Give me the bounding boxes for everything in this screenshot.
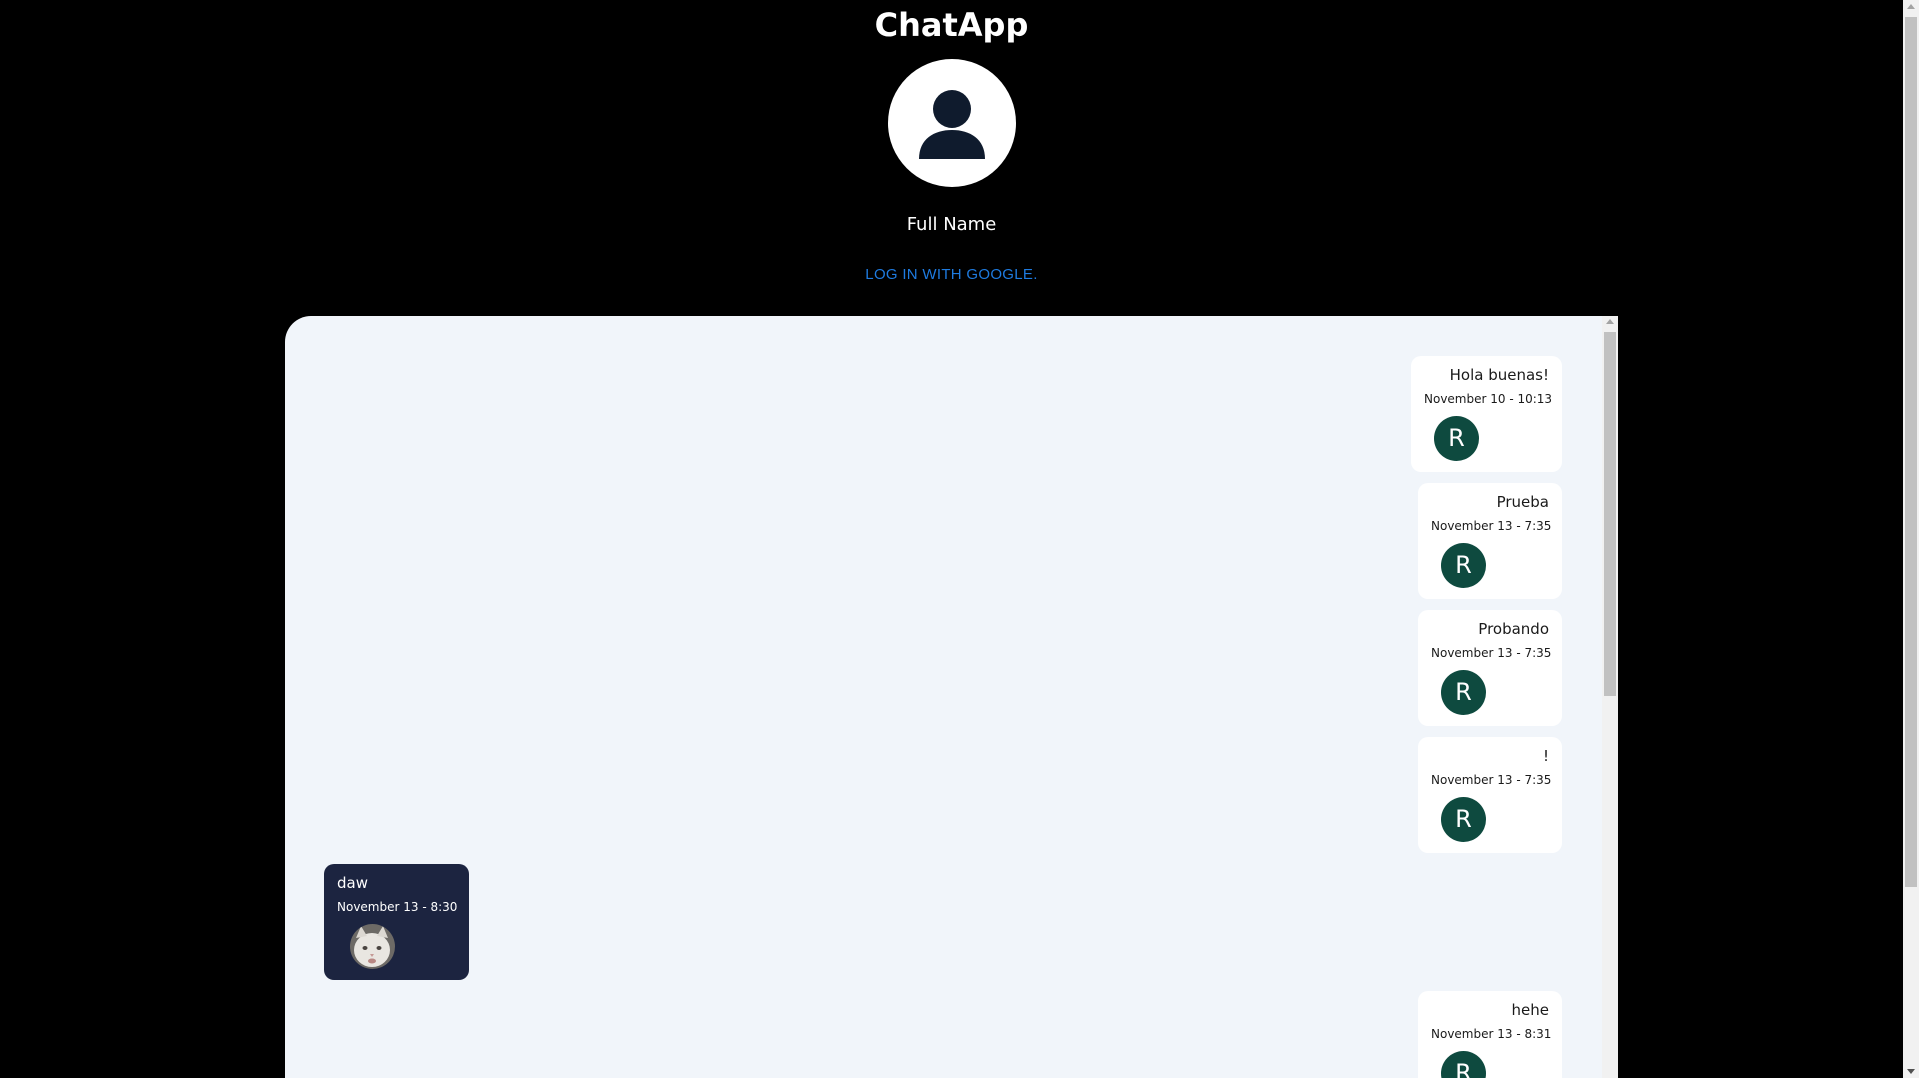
user-silhouette-icon bbox=[919, 90, 985, 159]
message-text: ! bbox=[1542, 747, 1549, 765]
message-timestamp: November 13 - 8:30 bbox=[337, 900, 458, 914]
message-timestamp: November 13 - 7:35 bbox=[1431, 646, 1552, 660]
message-timestamp: November 13 - 7:35 bbox=[1431, 773, 1552, 787]
sender-avatar: R bbox=[1441, 797, 1486, 842]
app-title: ChatApp bbox=[874, 6, 1029, 44]
chat-panel[interactable]: Hola buenas! November 10 - 10:13 R Prueb… bbox=[285, 316, 1618, 1078]
scroll-up-arrow-icon[interactable] bbox=[1907, 4, 1915, 9]
chat-scrollbar[interactable] bbox=[1602, 316, 1618, 1078]
chat-scrollbar-thumb[interactable] bbox=[1604, 332, 1616, 696]
message-text: hehe bbox=[1511, 1001, 1549, 1019]
sender-avatar: R bbox=[1434, 416, 1479, 461]
cat-photo-avatar bbox=[350, 924, 395, 969]
window-scrollbar[interactable] bbox=[1903, 0, 1919, 1078]
message-bubble: hehe November 13 - 8:31 R bbox=[1418, 991, 1562, 1078]
message-bubble: Prueba November 13 - 7:35 R bbox=[1418, 483, 1562, 599]
profile-avatar bbox=[888, 59, 1016, 187]
login-with-google-link[interactable]: LOG IN WITH GOOGLE. bbox=[865, 266, 1037, 283]
message-timestamp: November 13 - 7:35 bbox=[1431, 519, 1552, 533]
sender-avatar: R bbox=[1441, 543, 1486, 588]
message-bubble: Hola buenas! November 10 - 10:13 R bbox=[1411, 356, 1562, 472]
message-text: Hola buenas! bbox=[1449, 366, 1549, 384]
window-scrollbar-thumb[interactable] bbox=[1905, 17, 1917, 887]
message-timestamp: November 10 - 10:13 bbox=[1424, 392, 1553, 406]
message-timestamp: November 13 - 8:31 bbox=[1431, 1027, 1552, 1041]
profile-full-name: Full Name bbox=[906, 214, 997, 235]
sender-avatar: R bbox=[1441, 670, 1486, 715]
message-bubble: Probando November 13 - 7:35 R bbox=[1418, 610, 1562, 726]
scroll-up-arrow-icon[interactable] bbox=[1606, 319, 1614, 324]
message-bubble: ! November 13 - 7:35 R bbox=[1418, 737, 1562, 853]
message-text: daw bbox=[337, 874, 368, 892]
message-text: Probando bbox=[1478, 620, 1549, 638]
message-text: Prueba bbox=[1496, 493, 1549, 511]
page: ChatApp Full Name LOG IN WITH GOOGLE. Ho… bbox=[0, 0, 1919, 1078]
message-bubble: daw November 13 - 8:30 bbox=[324, 864, 469, 980]
sender-avatar: R bbox=[1441, 1051, 1486, 1078]
scroll-down-arrow-icon[interactable] bbox=[1907, 1069, 1915, 1074]
cat-photo-icon bbox=[350, 924, 395, 969]
google-login-container: LOG IN WITH GOOGLE. bbox=[0, 264, 1903, 283]
